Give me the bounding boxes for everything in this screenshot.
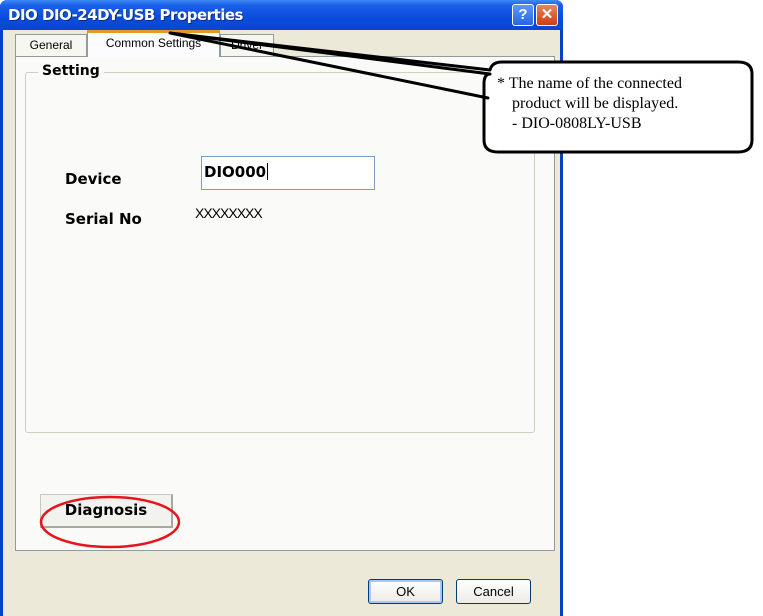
setting-group: Setting [25,63,535,433]
setting-group-label: Setting [38,63,104,79]
tab-general[interactable]: General [15,34,87,56]
help-button[interactable]: ? [512,4,534,26]
text-caret [267,163,269,180]
ok-button[interactable]: OK [368,579,443,604]
device-label: Device [65,170,122,188]
diagnosis-button[interactable]: Diagnosis [40,494,173,528]
callout-line-2: product will be displayed. [512,95,679,112]
window-title: DIO DIO-24DY-USB Properties [8,6,243,24]
device-name-value: DIO000 [204,163,267,181]
device-name-input[interactable]: DIO000 [201,156,375,190]
callout-line-1: * The name of the connected [497,75,682,92]
close-button[interactable]: ✕ [536,4,558,26]
tab-driver[interactable]: Driver [220,34,274,56]
serial-number-label: Serial No [65,210,142,228]
callout-note: * The name of the connected product will… [492,74,752,134]
cancel-button[interactable]: Cancel [456,579,531,604]
serial-number-value: XXXXXXXX [195,205,263,221]
callout-line-3: - DIO-0808LY-USB [512,115,642,132]
tab-common-settings[interactable]: Common Settings [87,30,220,57]
title-bar[interactable]: DIO DIO-24DY-USB Properties ? ✕ [0,0,563,30]
